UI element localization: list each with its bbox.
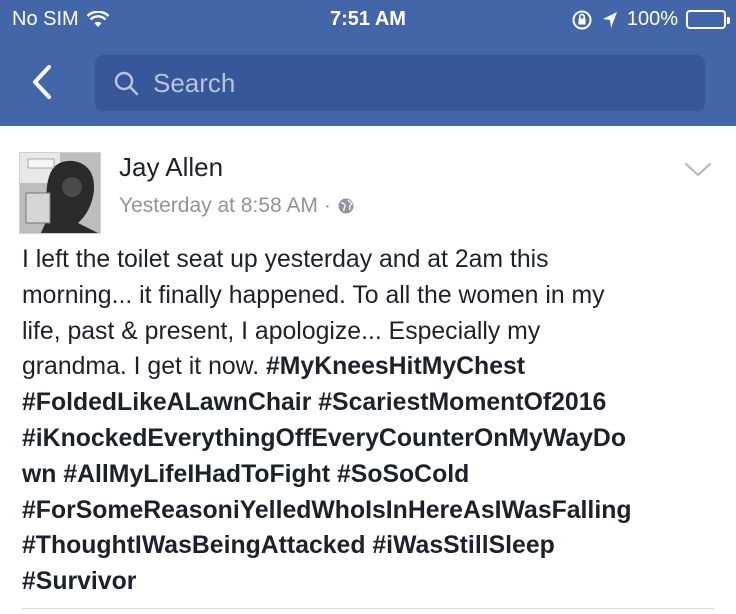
post-text-line: #FoldedLikeALawnChair #ScariestMomentOf2… — [22, 385, 728, 421]
battery-percent: 100% — [626, 8, 678, 30]
avatar[interactable] — [19, 152, 101, 234]
post-text-line: wn #AllMyLifeIHadToFight #SoSoCold — [22, 457, 728, 493]
back-button[interactable] — [22, 60, 62, 104]
post-text-line: I left the toilet seat up yesterday and … — [22, 246, 549, 273]
hashtag-link[interactable]: #FoldedLikeALawnChair — [22, 389, 311, 416]
orientation-lock-icon — [572, 10, 592, 29]
post-body: I left the toilet seat up yesterday and … — [22, 242, 728, 600]
hashtag-link[interactable]: #SoSoCold — [337, 461, 469, 488]
divider — [22, 608, 714, 609]
chevron-down-icon[interactable] — [683, 160, 713, 180]
hashtag-link[interactable]: wn — [22, 461, 56, 488]
status-right-group: 100% — [571, 8, 730, 31]
post-card: Jay Allen Yesterday at 8:58 AM · I left … — [0, 126, 736, 614]
location-arrow-icon — [602, 11, 617, 28]
hashtag-link[interactable]: #ThoughtIWasBeingAttacked — [22, 532, 366, 559]
post-meta: Yesterday at 8:58 AM · — [119, 194, 355, 218]
post-text-segment: grandma. I get it now. — [22, 353, 266, 381]
post-text-line: #ThoughtIWasBeingAttacked #iWasStillSlee… — [22, 528, 728, 564]
search-bar[interactable] — [95, 55, 705, 111]
hashtag-link[interactable]: #iWasStillSleep — [372, 532, 554, 559]
search-icon — [114, 71, 139, 96]
hashtag-link[interactable]: #iKnockedEverythingOffEveryCounterOnMyWa… — [22, 425, 626, 452]
hashtag-link[interactable]: #ScariestMomentOf2016 — [318, 389, 606, 416]
hashtag-link[interactable]: #MyKneesHitMyChest — [266, 353, 525, 380]
battery-icon — [686, 10, 730, 29]
status-bar: No SIM 7:51 AM 100% — [0, 0, 736, 40]
post-text-line: grandma. I get it now. #MyKneesHitMyChes… — [22, 349, 728, 385]
profile-photo — [20, 153, 100, 233]
author-name[interactable]: Jay Allen — [119, 152, 223, 183]
app-header: No SIM 7:51 AM 100% — [0, 0, 736, 126]
post-text-line: #ForSomeReasoniYelledWhoIsInHereAsIWasFa… — [22, 493, 728, 529]
globe-icon — [338, 198, 354, 214]
post-timestamp[interactable]: Yesterday at 8:58 AM — [119, 194, 318, 218]
hashtag-link[interactable]: #ForSomeReasoniYelledWhoIsInHereAsIWasFa… — [22, 497, 632, 524]
post-text-line: #Survivor — [22, 564, 728, 600]
chevron-left-icon — [33, 65, 51, 99]
post-text-line: life, past & present, I apologize... Esp… — [22, 317, 541, 345]
search-input[interactable] — [153, 67, 673, 99]
meta-separator: · — [323, 194, 331, 217]
hashtag-link[interactable]: #Survivor — [22, 568, 136, 595]
post-text-line: morning... it finally happened. To all t… — [22, 281, 605, 309]
hashtag-link[interactable]: #AllMyLifeIHadToFight — [63, 461, 330, 488]
post-text-line: #iKnockedEverythingOffEveryCounterOnMyWa… — [22, 421, 728, 457]
nav-row — [0, 52, 736, 112]
